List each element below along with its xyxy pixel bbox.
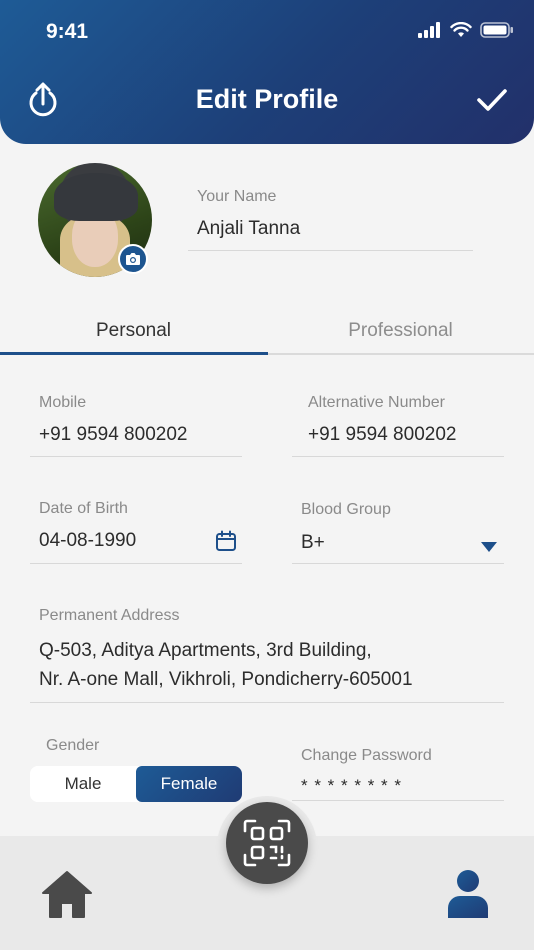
alt-number-label: Alternative Number xyxy=(308,394,445,411)
check-icon xyxy=(477,89,507,111)
dob-field[interactable]: 04-08-1990 xyxy=(39,530,136,552)
battery-icon xyxy=(480,22,513,38)
gender-toggle: Male Female xyxy=(30,766,242,802)
mobile-field[interactable]: +91 9594 800202 xyxy=(39,424,187,446)
profile-button[interactable] xyxy=(440,866,496,922)
tab-active-indicator xyxy=(0,352,268,355)
mobile-underline xyxy=(30,456,242,457)
change-photo-button[interactable] xyxy=(118,244,148,274)
address-line-2[interactable]: Nr. A-one Mall, Vikhroli, Pondicherry-60… xyxy=(39,669,413,691)
dob-underline xyxy=(30,563,242,564)
qr-code-icon xyxy=(243,819,291,867)
address-label: Permanent Address xyxy=(39,607,180,624)
name-label: Your Name xyxy=(197,188,277,205)
gender-male-option[interactable]: Male xyxy=(30,766,136,802)
name-underline xyxy=(188,250,473,251)
blood-group-label: Blood Group xyxy=(301,501,391,518)
dob-label: Date of Birth xyxy=(39,500,128,517)
wifi-icon xyxy=(450,22,472,37)
camera-icon xyxy=(126,253,140,265)
gender-female-option[interactable]: Female xyxy=(136,766,242,802)
name-field[interactable]: Anjali Tanna xyxy=(197,218,300,240)
tab-professional[interactable]: Professional xyxy=(267,320,534,342)
password-field[interactable]: * * * * * * * * xyxy=(301,776,402,796)
page-title: Edit Profile xyxy=(195,84,339,114)
status-icons xyxy=(418,22,514,38)
tab-personal[interactable]: Personal xyxy=(0,320,267,342)
mobile-label: Mobile xyxy=(39,394,87,411)
blood-group-select[interactable]: B+ xyxy=(301,532,325,554)
header: 9:41 Edit Profile xyxy=(0,0,534,144)
signal-icon xyxy=(418,22,440,38)
status-time: 9:41 xyxy=(46,20,89,43)
alt-number-field[interactable]: +91 9594 800202 xyxy=(308,424,456,446)
blood-group-dropdown[interactable] xyxy=(480,540,498,558)
address-line-1[interactable]: Q-503, Aditya Apartments, 3rd Building, xyxy=(39,640,372,662)
password-label: Change Password xyxy=(301,747,432,764)
blood-group-underline xyxy=(292,563,504,564)
calendar-icon xyxy=(216,530,236,551)
address-underline xyxy=(30,702,504,703)
gender-label: Gender xyxy=(46,737,100,754)
home-button[interactable] xyxy=(39,866,95,922)
alt-number-underline xyxy=(292,456,504,457)
home-icon xyxy=(42,871,92,918)
calendar-button[interactable] xyxy=(214,529,238,558)
dropdown-arrow-icon xyxy=(481,542,497,552)
save-button[interactable] xyxy=(474,82,510,118)
user-icon xyxy=(448,870,488,918)
qr-scan-button[interactable] xyxy=(226,802,308,884)
password-underline xyxy=(292,800,504,801)
